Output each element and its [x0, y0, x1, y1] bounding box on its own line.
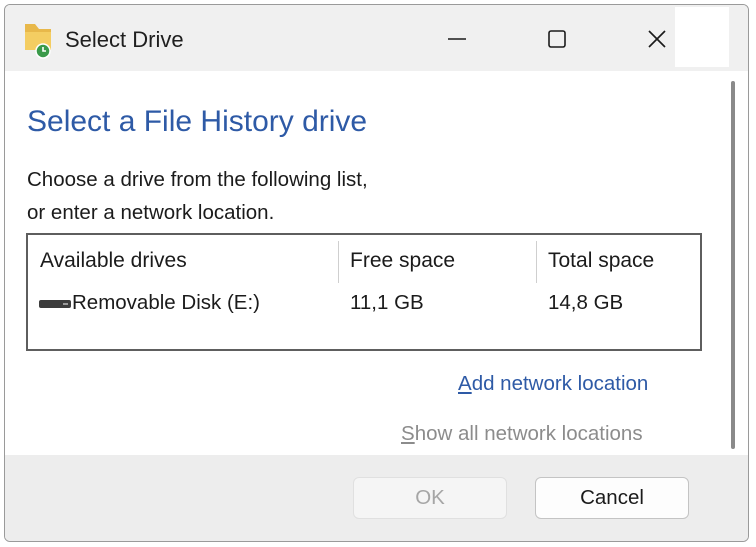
removable-disk-icon — [39, 300, 71, 308]
title-bar[interactable]: Select Drive — [5, 5, 748, 71]
title-bar-blank-area — [675, 7, 729, 67]
column-header-total-space[interactable]: Total space — [548, 249, 654, 273]
drive-list[interactable]: Available drives Free space Total space … — [26, 233, 702, 351]
column-divider[interactable] — [338, 241, 339, 283]
select-drive-dialog: Select Drive Select a File History drive… — [4, 4, 749, 542]
file-history-drive-icon — [25, 24, 51, 59]
page-title: Select a File History drive — [27, 105, 368, 138]
close-icon — [648, 30, 666, 48]
drive-name: Removable Disk (E:) — [72, 291, 260, 314]
drive-free-space: 11,1 GB — [350, 291, 424, 314]
drive-total-space: 14,8 GB — [548, 291, 624, 314]
instruction-line-1: Choose a drive from the following list, — [27, 168, 368, 191]
show-all-network-locations-link[interactable]: Show all network locations — [401, 422, 643, 446]
minimize-icon — [448, 38, 466, 40]
add-network-accelerator: A — [458, 372, 472, 395]
maximize-icon — [548, 30, 566, 48]
scrollbar-thumb[interactable] — [731, 81, 735, 449]
drive-row[interactable]: Removable Disk (E:) 11,1 GB 14,8 GB — [32, 283, 696, 321]
window-title: Select Drive — [65, 27, 184, 52]
instruction-line-2: or enter a network location. — [27, 201, 275, 224]
show-all-label: how all network locations — [414, 422, 643, 445]
vertical-scrollbar[interactable] — [728, 75, 738, 453]
dialog-footer: OK Cancel — [5, 455, 748, 541]
maximize-button[interactable] — [529, 15, 585, 63]
column-header-free-space[interactable]: Free space — [350, 249, 455, 273]
cancel-button[interactable]: Cancel — [535, 477, 689, 519]
column-divider[interactable] — [536, 241, 537, 283]
add-network-location-link[interactable]: Add network location — [458, 372, 648, 396]
minimize-button[interactable] — [429, 15, 485, 63]
column-header-available-drives[interactable]: Available drives — [40, 249, 187, 273]
ok-button[interactable]: OK — [353, 477, 507, 519]
show-all-accelerator: S — [401, 422, 415, 445]
instruction-text: Choose a drive from the following list, … — [27, 163, 587, 229]
add-network-label: dd network location — [471, 372, 649, 395]
